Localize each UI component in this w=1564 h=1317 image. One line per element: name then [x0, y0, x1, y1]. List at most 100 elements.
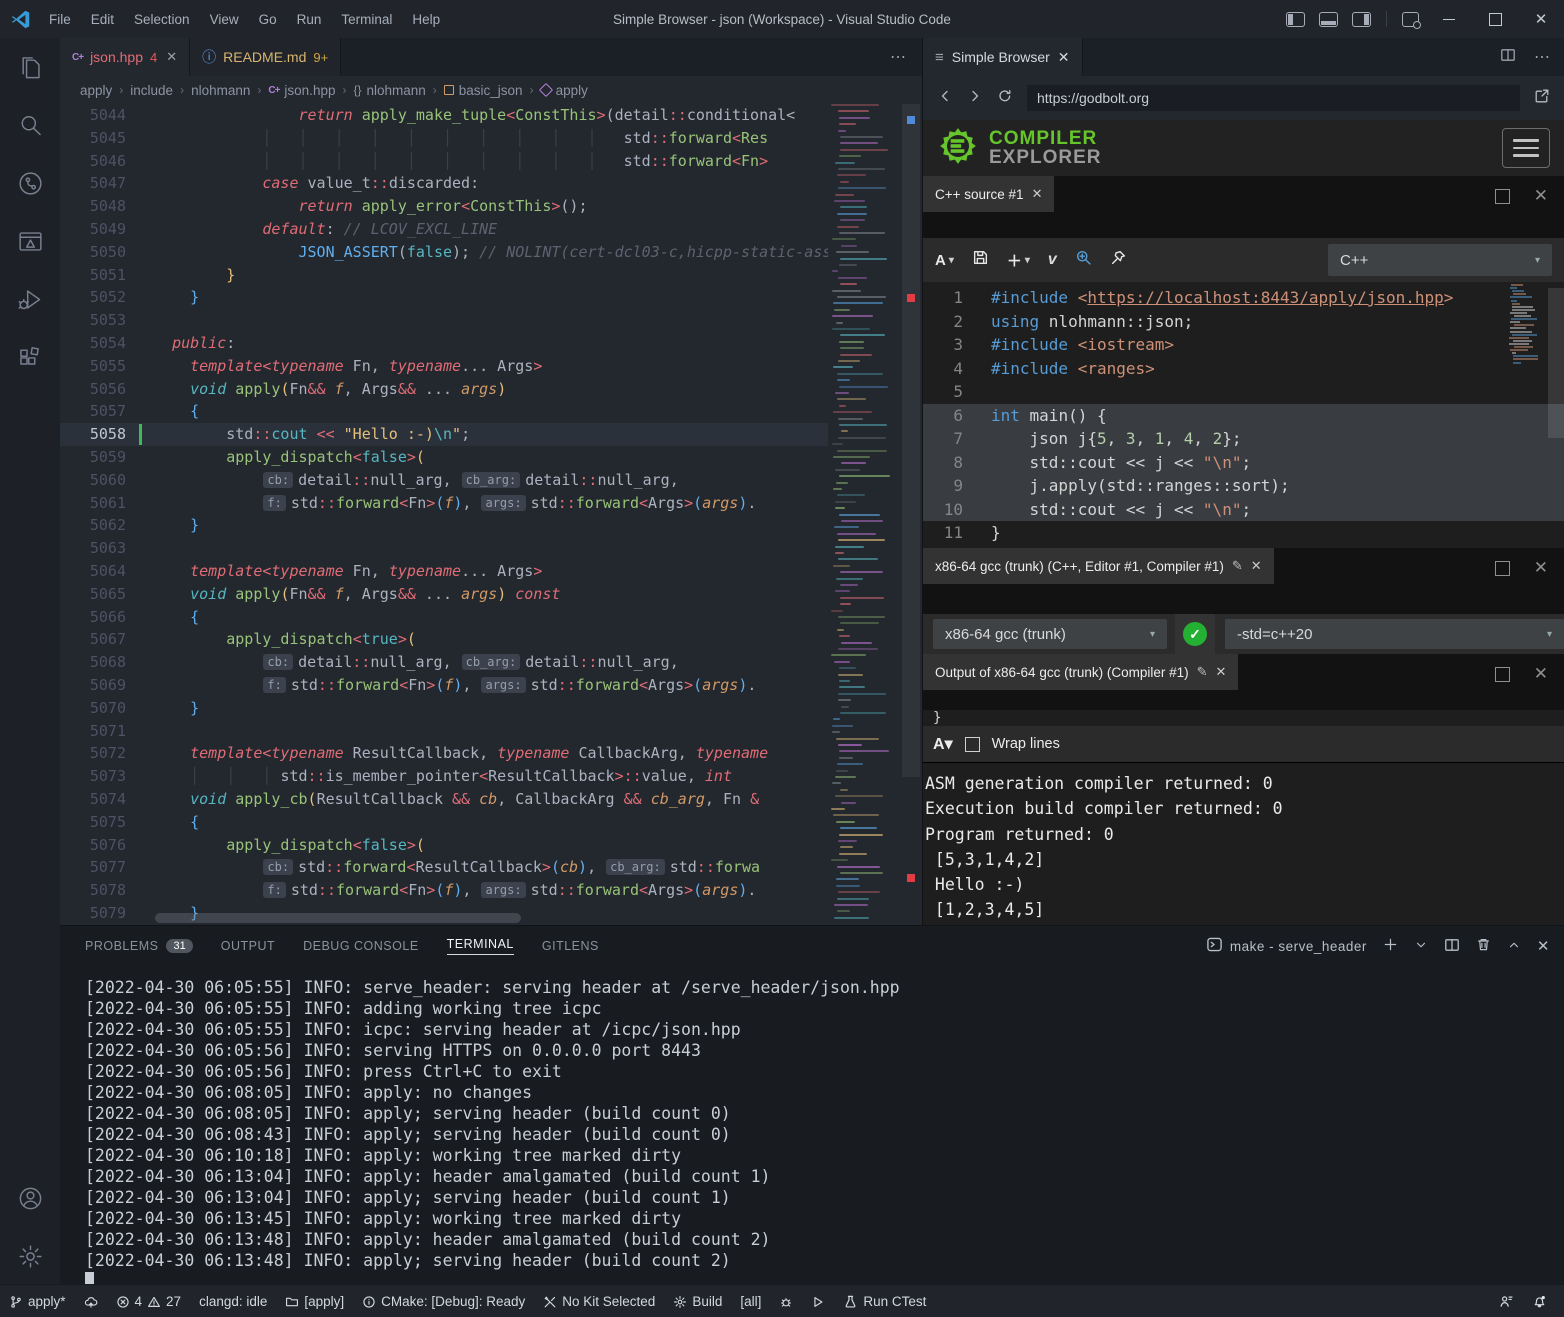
- editor-tab-readme.md[interactable]: ⓘREADME.md9+: [190, 38, 341, 76]
- minimize-button[interactable]: [1426, 0, 1472, 38]
- add-pane-button[interactable]: ＋▾: [1007, 250, 1030, 271]
- close-tab-icon[interactable]: ✕: [166, 49, 177, 65]
- menu-item-view[interactable]: View: [200, 12, 249, 27]
- close-icon[interactable]: ✕: [1032, 186, 1043, 202]
- build-button[interactable]: Build: [664, 1285, 731, 1317]
- terminal-dropdown-icon[interactable]: [1414, 938, 1428, 955]
- maximize-panel-icon[interactable]: [1507, 938, 1521, 955]
- menu-item-run[interactable]: Run: [287, 12, 332, 27]
- breadcrumb-item-apply[interactable]: apply: [78, 83, 114, 98]
- open-external-icon[interactable]: [1534, 88, 1550, 109]
- kit-selector[interactable]: No Kit Selected: [534, 1285, 664, 1317]
- vim-mode-icon[interactable]: v: [1048, 251, 1057, 269]
- font-size-button[interactable]: A▾: [935, 252, 954, 269]
- menu-item-go[interactable]: Go: [249, 12, 287, 27]
- accounts-icon[interactable]: [0, 1169, 60, 1227]
- extensions-icon[interactable]: [0, 328, 60, 386]
- terminal-content[interactable]: [2022-04-30 06:05:55] INFO: serve_header…: [60, 966, 1564, 1292]
- more-actions-icon[interactable]: ⋯: [1534, 47, 1550, 67]
- live-preview-icon[interactable]: [0, 212, 60, 270]
- tab-simple-browser[interactable]: ≡ Simple Browser ✕: [923, 38, 1083, 76]
- terminal-instance[interactable]: make - serve_header: [1206, 936, 1367, 956]
- ce-scrollbar[interactable]: [1548, 288, 1564, 438]
- customize-layout-icon[interactable]: [1402, 12, 1419, 27]
- minimap[interactable]: [828, 104, 900, 925]
- clangd-status[interactable]: clangd: idle: [190, 1285, 276, 1317]
- git-branch-status[interactable]: apply*: [0, 1285, 75, 1317]
- toggle-panel-icon[interactable]: [1319, 12, 1338, 27]
- active-folder[interactable]: [apply]: [276, 1285, 353, 1317]
- breadcrumb-item-apply[interactable]: apply: [539, 83, 590, 98]
- maximize-pane-icon[interactable]: [1495, 189, 1510, 204]
- search-icon[interactable]: [0, 96, 60, 154]
- language-select[interactable]: C++▾: [1328, 244, 1552, 276]
- breadcrumb-item-include[interactable]: include: [128, 83, 175, 98]
- panel-tab-debug-console[interactable]: DEBUG CONSOLE: [303, 926, 419, 966]
- source-window-tab[interactable]: C++ source #1 ✕: [923, 176, 1054, 212]
- build-target[interactable]: [all]: [731, 1285, 770, 1317]
- close-pane-icon[interactable]: ✕: [1534, 664, 1548, 684]
- url-input[interactable]: https://godbolt.org: [1027, 85, 1520, 111]
- maximize-pane-icon[interactable]: [1495, 667, 1510, 682]
- breadcrumb-item-json-hpp[interactable]: C+json.hpp: [266, 83, 337, 98]
- problems-status[interactable]: 427: [107, 1285, 191, 1317]
- close-icon[interactable]: ✕: [1216, 664, 1227, 680]
- cmake-status[interactable]: CMake: [Debug]: Ready: [353, 1285, 534, 1317]
- ce-source-editor[interactable]: 1#include <https://localhost:8443/apply/…: [923, 282, 1564, 548]
- editor-vertical-scrollbar[interactable]: [900, 104, 922, 925]
- close-tab-icon[interactable]: ✕: [1058, 49, 1070, 66]
- explorer-icon[interactable]: [0, 38, 60, 96]
- reload-icon[interactable]: [997, 88, 1013, 109]
- debug-button[interactable]: [770, 1285, 802, 1317]
- panel-tab-terminal[interactable]: TERMINAL: [447, 926, 514, 966]
- panel-tab-output[interactable]: OUTPUT: [221, 926, 275, 966]
- close-window-button[interactable]: ✕: [1518, 0, 1564, 38]
- close-pane-icon[interactable]: ✕: [1534, 558, 1548, 578]
- notifications-bell[interactable]: [1523, 1285, 1556, 1317]
- toggle-sidebar-icon[interactable]: [1286, 12, 1305, 27]
- panel-tab-problems[interactable]: PROBLEMS31: [85, 926, 193, 966]
- editor-tab-json.hpp[interactable]: C+json.hpp4✕: [60, 38, 190, 76]
- program-output[interactable]: ASM generation compiler returned: 0Execu…: [923, 762, 1564, 925]
- kill-terminal-icon[interactable]: [1476, 937, 1491, 955]
- maximize-pane-icon[interactable]: [1495, 561, 1510, 576]
- menu-item-file[interactable]: File: [39, 12, 81, 27]
- code-editor[interactable]: 5044 return apply_make_tuple<ConstThis>(…: [60, 104, 922, 925]
- font-size-button[interactable]: A▾: [933, 734, 953, 754]
- rename-icon[interactable]: ✎: [1232, 558, 1243, 574]
- breadcrumb-item-basic_json[interactable]: basic_json: [442, 83, 525, 98]
- launch-button[interactable]: [802, 1285, 834, 1317]
- editor-actions-more-icon[interactable]: ⋯: [890, 47, 922, 67]
- wrap-lines-checkbox[interactable]: [965, 737, 980, 752]
- publish-changes[interactable]: [75, 1285, 107, 1317]
- menu-item-edit[interactable]: Edit: [81, 12, 124, 27]
- source-control-icon[interactable]: [0, 154, 60, 212]
- settings-gear-icon[interactable]: [0, 1227, 60, 1285]
- toggle-secondary-sidebar-icon[interactable]: [1352, 12, 1371, 27]
- save-icon[interactable]: [972, 249, 989, 271]
- maximize-button[interactable]: [1472, 0, 1518, 38]
- split-terminal-icon[interactable]: [1444, 937, 1460, 956]
- new-terminal-icon[interactable]: [1383, 937, 1398, 955]
- forward-icon[interactable]: [967, 88, 983, 109]
- hamburger-menu-icon[interactable]: [1502, 128, 1550, 168]
- output-window-tab[interactable]: Output of x86-64 gcc (trunk) (Compiler #…: [923, 654, 1238, 690]
- menu-item-terminal[interactable]: Terminal: [331, 12, 402, 27]
- close-pane-icon[interactable]: ✕: [1534, 186, 1548, 206]
- back-icon[interactable]: [937, 88, 953, 109]
- panel-tab-gitlens[interactable]: GITLENS: [542, 926, 599, 966]
- close-panel-icon[interactable]: ✕: [1537, 937, 1550, 955]
- feedback-button[interactable]: [1490, 1285, 1523, 1317]
- breadcrumb-item-nlohmann[interactable]: nlohmann: [189, 83, 252, 98]
- close-icon[interactable]: ✕: [1251, 558, 1262, 574]
- breadcrumb-item-nlohmann[interactable]: {}nlohmann: [351, 83, 427, 98]
- pin-icon[interactable]: [1110, 249, 1127, 271]
- compiler-window-tab[interactable]: x86-64 gcc (trunk) (C++, Editor #1, Comp…: [923, 548, 1274, 584]
- ctest-button[interactable]: Run CTest: [834, 1285, 935, 1317]
- run-and-debug-icon[interactable]: [0, 270, 60, 328]
- editor-horizontal-scrollbar[interactable]: [155, 913, 521, 923]
- compiler-select[interactable]: x86-64 gcc (trunk)▾: [933, 619, 1167, 649]
- zoom-icon[interactable]: [1075, 249, 1092, 271]
- menu-item-help[interactable]: Help: [402, 12, 450, 27]
- compiler-options-input[interactable]: -std=c++20▾: [1225, 619, 1564, 649]
